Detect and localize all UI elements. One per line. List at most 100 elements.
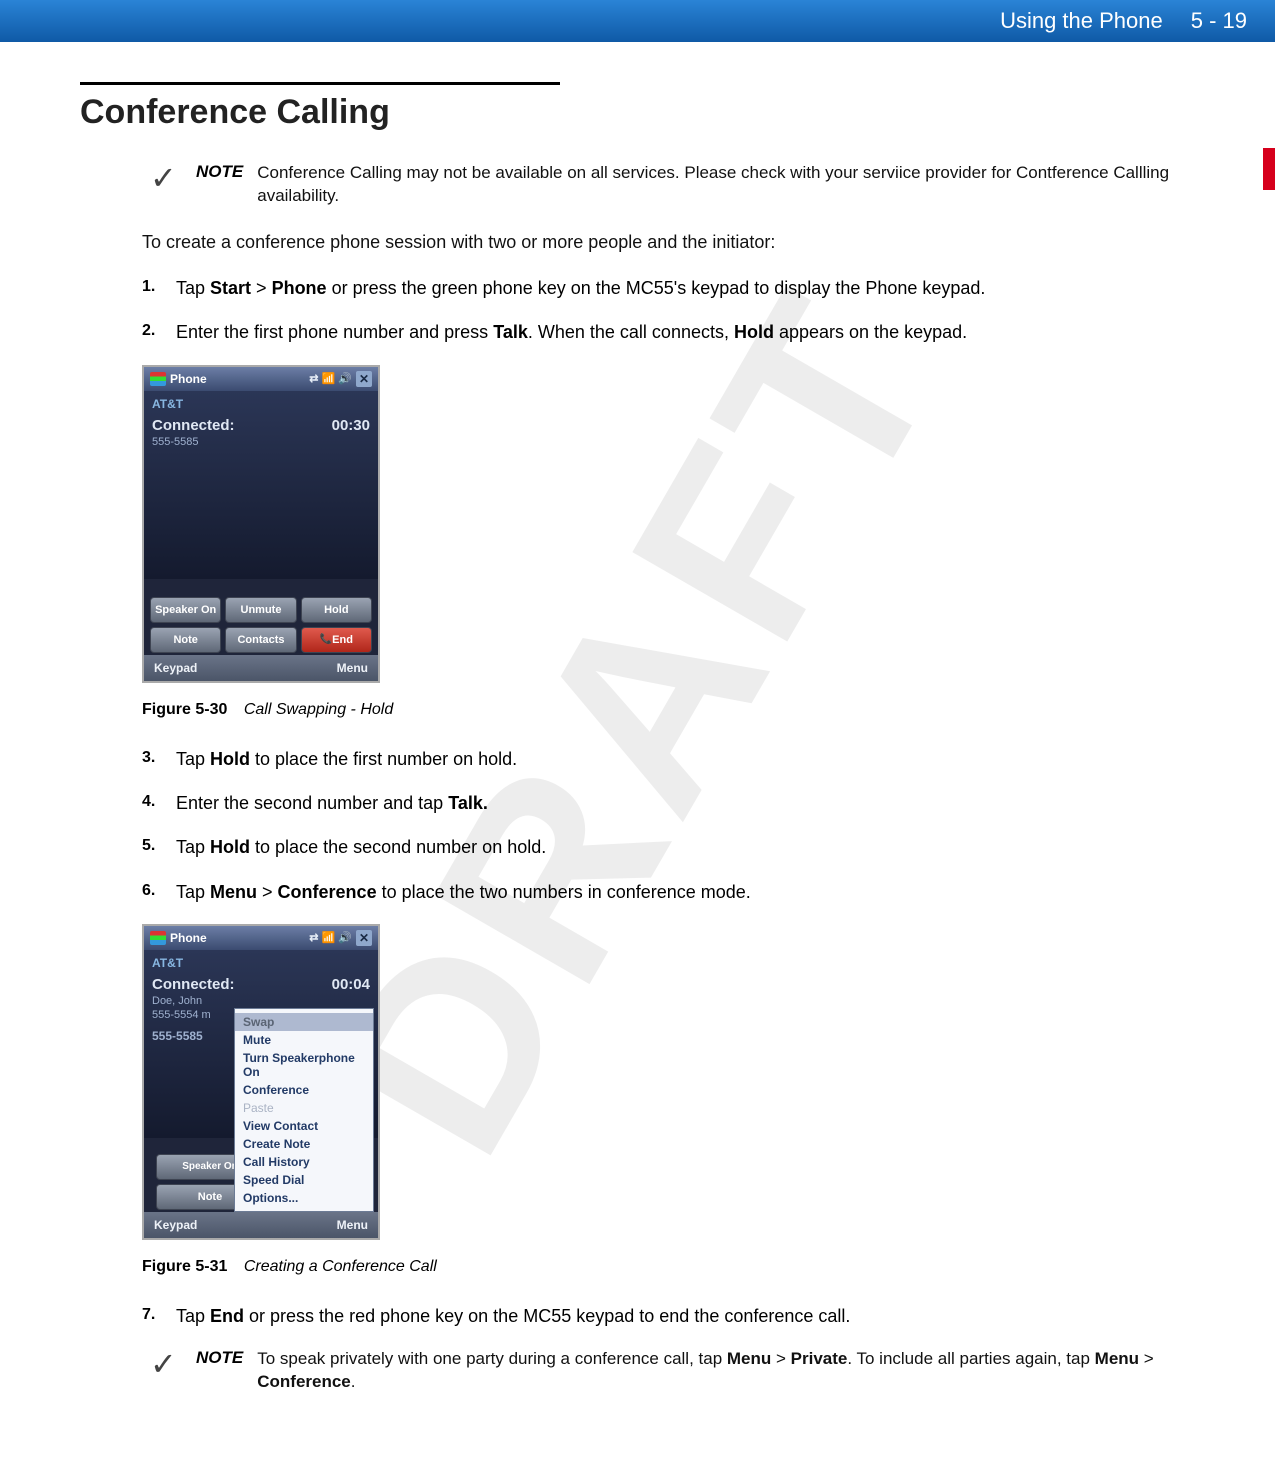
menu-item-create-note[interactable]: Create Note [235,1135,373,1153]
step-number: 2. [142,320,176,342]
text: Tap [176,1306,210,1326]
bold-phone: Phone [272,278,327,298]
hold-button[interactable]: Hold [301,597,372,623]
context-menu: Swap Mute Turn Speakerphone On Conferenc… [234,1008,374,1212]
bold-hold: Hold [210,837,250,857]
text: to place the two numbers in conference m… [377,882,751,902]
system-tray-icons: ⇄ 📶 🔊 [309,372,352,385]
content-area: Conference Calling ✓ NOTE Conference Cal… [0,42,1275,1436]
phone-titlebar: Phone ⇄ 📶 🔊 ✕ [144,367,378,391]
text: Tap [176,882,210,902]
close-icon: ✕ [356,930,372,946]
text: . [351,1372,356,1391]
bold-talk: Talk. [448,793,488,813]
menu-item-view-contact[interactable]: View Contact [235,1117,373,1135]
steps-list-b: 3. Tap Hold to place the first number on… [142,747,1195,904]
text: > [251,278,272,298]
step-body: Enter the second number and tap Talk. [176,791,1195,815]
page-header: Using the Phone 5 - 19 [0,0,1275,42]
step-2: 2. Enter the first phone number and pres… [142,320,1195,344]
call-status: Connected: [152,417,235,434]
menu-item-paste: Paste [235,1099,373,1117]
step-5: 5. Tap Hold to place the second number o… [142,835,1195,859]
app-title: Phone [170,372,207,386]
end-button[interactable]: 📞 End [301,627,372,653]
carrier-label: AT&T [152,397,370,411]
steps-list-a: 1. Tap Start > Phone or press the green … [142,276,1195,345]
text: to place the second number on hold. [250,837,546,857]
text: > [1139,1349,1154,1368]
softkey-left[interactable]: Keypad [154,1218,197,1232]
contact-name: Doe, John [152,995,370,1007]
text: Tap [176,278,210,298]
steps-list-c: 7. Tap End or press the red phone key on… [142,1304,1195,1328]
step-number: 4. [142,791,176,813]
step-number: 7. [142,1304,176,1326]
softkey-right[interactable]: Menu [337,661,368,675]
text: or press the green phone key on the MC55… [327,278,986,298]
step-number: 1. [142,276,176,298]
softkey-right[interactable]: Menu [337,1218,368,1232]
close-icon: ✕ [356,371,372,387]
contacts-button[interactable]: Contacts [225,627,296,653]
text: Tap [176,837,210,857]
bold-hold: Hold [734,322,774,342]
step-body: Tap Menu > Conference to place the two n… [176,880,1195,904]
call-number: 555-5585 [152,436,370,448]
step-3: 3. Tap Hold to place the first number on… [142,747,1195,771]
phone-screenshot-2: Phone ⇄ 📶 🔊 ✕ AT&T Connected: 00:04 Doe,… [142,924,380,1240]
menu-item-conference[interactable]: Conference [235,1081,373,1099]
system-tray-icons: ⇄ 📶 🔊 [309,931,352,944]
text: . When the call connects, [528,322,734,342]
softkey-left[interactable]: Keypad [154,661,197,675]
menu-item-mute[interactable]: Mute [235,1031,373,1049]
phone-body: AT&T Connected: 00:30 555-5585 [144,391,378,579]
text: to place the first number on hold. [250,749,517,769]
bold-menu: Menu [727,1349,771,1368]
unmute-button[interactable]: Unmute [225,597,296,623]
figure-caption-1: Figure 5-30 Call Swapping - Hold [142,701,1195,719]
section-rule [80,82,560,85]
figure-title: Creating a Conference Call [244,1258,437,1275]
step-body: Tap Start > Phone or press the green pho… [176,276,1195,300]
phone-button-grid: Speaker On Unmute Hold Note Contacts 📞 E… [144,597,378,653]
note-text: To speak privately with one party during… [257,1348,1195,1394]
note-label: NOTE [196,162,243,208]
note-text: Conference Calling may not be available … [257,162,1195,208]
app-title: Phone [170,931,207,945]
step-body: Tap Hold to place the first number on ho… [176,747,1195,771]
menu-item-options[interactable]: Options... [235,1189,373,1207]
text: > [771,1349,790,1368]
bold-hold: Hold [210,749,250,769]
text: To speak privately with one party during… [257,1349,727,1368]
menu-item-speakerphone[interactable]: Turn Speakerphone On [235,1049,373,1081]
bold-conference: Conference [257,1372,351,1391]
bold-conference: Conference [278,882,377,902]
note-block-2: ✓ NOTE To speak privately with one party… [150,1348,1195,1394]
text: Enter the first phone number and press [176,322,493,342]
note-button[interactable]: Note [150,627,221,653]
softkey-bar: Keypad Menu [144,655,378,681]
end-label: End [332,634,353,646]
figure-label: Figure 5-30 [142,701,227,718]
carrier-label: AT&T [152,956,370,970]
softkey-bar: Keypad Menu [144,1212,378,1238]
step-number: 3. [142,747,176,769]
start-flag-icon [150,372,166,386]
text: appears on the keypad. [774,322,967,342]
figure-5-31: Phone ⇄ 📶 🔊 ✕ AT&T Connected: 00:04 Doe,… [142,924,1195,1244]
menu-item-call-history[interactable]: Call History [235,1153,373,1171]
menu-item-swap[interactable]: Swap [235,1013,373,1031]
call-timer: 00:30 [332,417,370,434]
note-block-1: ✓ NOTE Conference Calling may not be ava… [150,162,1195,208]
chapter-title: Using the Phone [1000,8,1163,34]
intro-paragraph: To create a conference phone session wit… [142,230,1195,254]
check-icon: ✓ [150,1348,196,1380]
step-7: 7. Tap End or press the red phone key on… [142,1304,1195,1328]
bold-menu: Menu [210,882,257,902]
speaker-on-button[interactable]: Speaker On [150,597,221,623]
menu-item-speed-dial[interactable]: Speed Dial [235,1171,373,1189]
start-flag-icon [150,931,166,945]
text: or press the red phone key on the MC55 k… [244,1306,850,1326]
phone-titlebar: Phone ⇄ 📶 🔊 ✕ [144,926,378,950]
